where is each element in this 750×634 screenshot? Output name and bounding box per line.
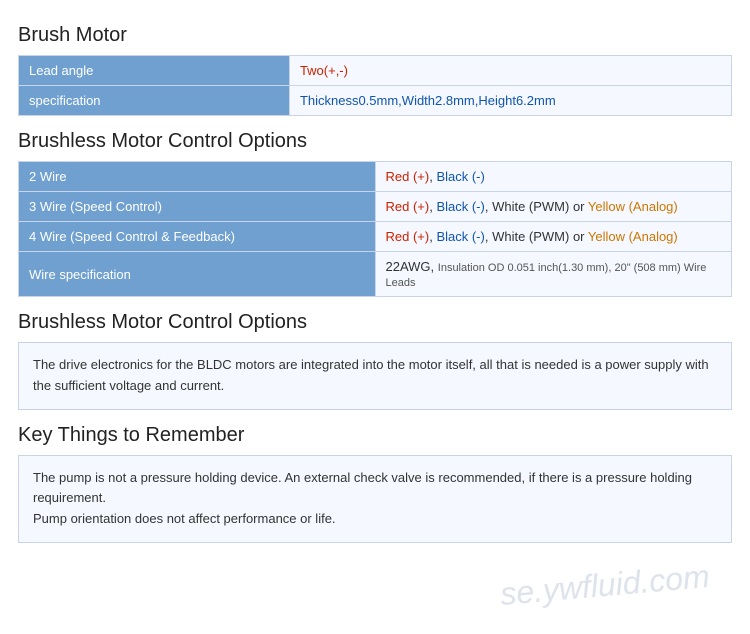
brushless-options-description: The drive electronics for the BLDC motor…	[18, 342, 732, 410]
key-things-title: Key Things to Remember	[18, 424, 732, 447]
specification-value: Thickness0.5mm,Width2.8mm,Height6.2mm	[289, 86, 731, 116]
wire4-value: Red (+), Black (-), White (PWM) or Yello…	[375, 222, 732, 252]
wire-spec-value: 22AWG, Insulation OD 0.051 inch(1.30 mm)…	[375, 252, 732, 297]
brushless-options-title: Brushless Motor Control Options	[18, 311, 732, 334]
wire3-value: Red (+), Black (-), White (PWM) or Yello…	[375, 192, 732, 222]
brush-motor-title: Brush Motor	[18, 24, 732, 47]
wire2-value: Red (+), Black (-)	[375, 162, 732, 192]
page-container: Brush Motor Lead angle Two(+,-) specific…	[0, 0, 750, 573]
key-things-line1: The pump is not a pressure holding devic…	[33, 468, 717, 510]
key-things-box: The pump is not a pressure holding devic…	[18, 455, 732, 543]
table-row: specification Thickness0.5mm,Width2.8mm,…	[19, 86, 732, 116]
lead-angle-label: Lead angle	[19, 56, 290, 86]
lead-angle-value: Two(+,-)	[289, 56, 731, 86]
wire-spec-label: Wire specification	[19, 252, 376, 297]
specification-label: specification	[19, 86, 290, 116]
wire4-label: 4 Wire (Speed Control & Feedback)	[19, 222, 376, 252]
table-row: 4 Wire (Speed Control & Feedback) Red (+…	[19, 222, 732, 252]
wire3-label: 3 Wire (Speed Control)	[19, 192, 376, 222]
brush-motor-table: Lead angle Two(+,-) specification Thickn…	[18, 55, 732, 116]
brushless-control-table: 2 Wire Red (+), Black (-) 3 Wire (Speed …	[18, 161, 732, 297]
key-things-line2: Pump orientation does not affect perform…	[33, 509, 717, 530]
table-row: 3 Wire (Speed Control) Red (+), Black (-…	[19, 192, 732, 222]
table-row: Lead angle Two(+,-)	[19, 56, 732, 86]
brushless-control-title: Brushless Motor Control Options	[18, 130, 732, 153]
table-row: Wire specification 22AWG, Insulation OD …	[19, 252, 732, 297]
wire2-label: 2 Wire	[19, 162, 376, 192]
table-row: 2 Wire Red (+), Black (-)	[19, 162, 732, 192]
